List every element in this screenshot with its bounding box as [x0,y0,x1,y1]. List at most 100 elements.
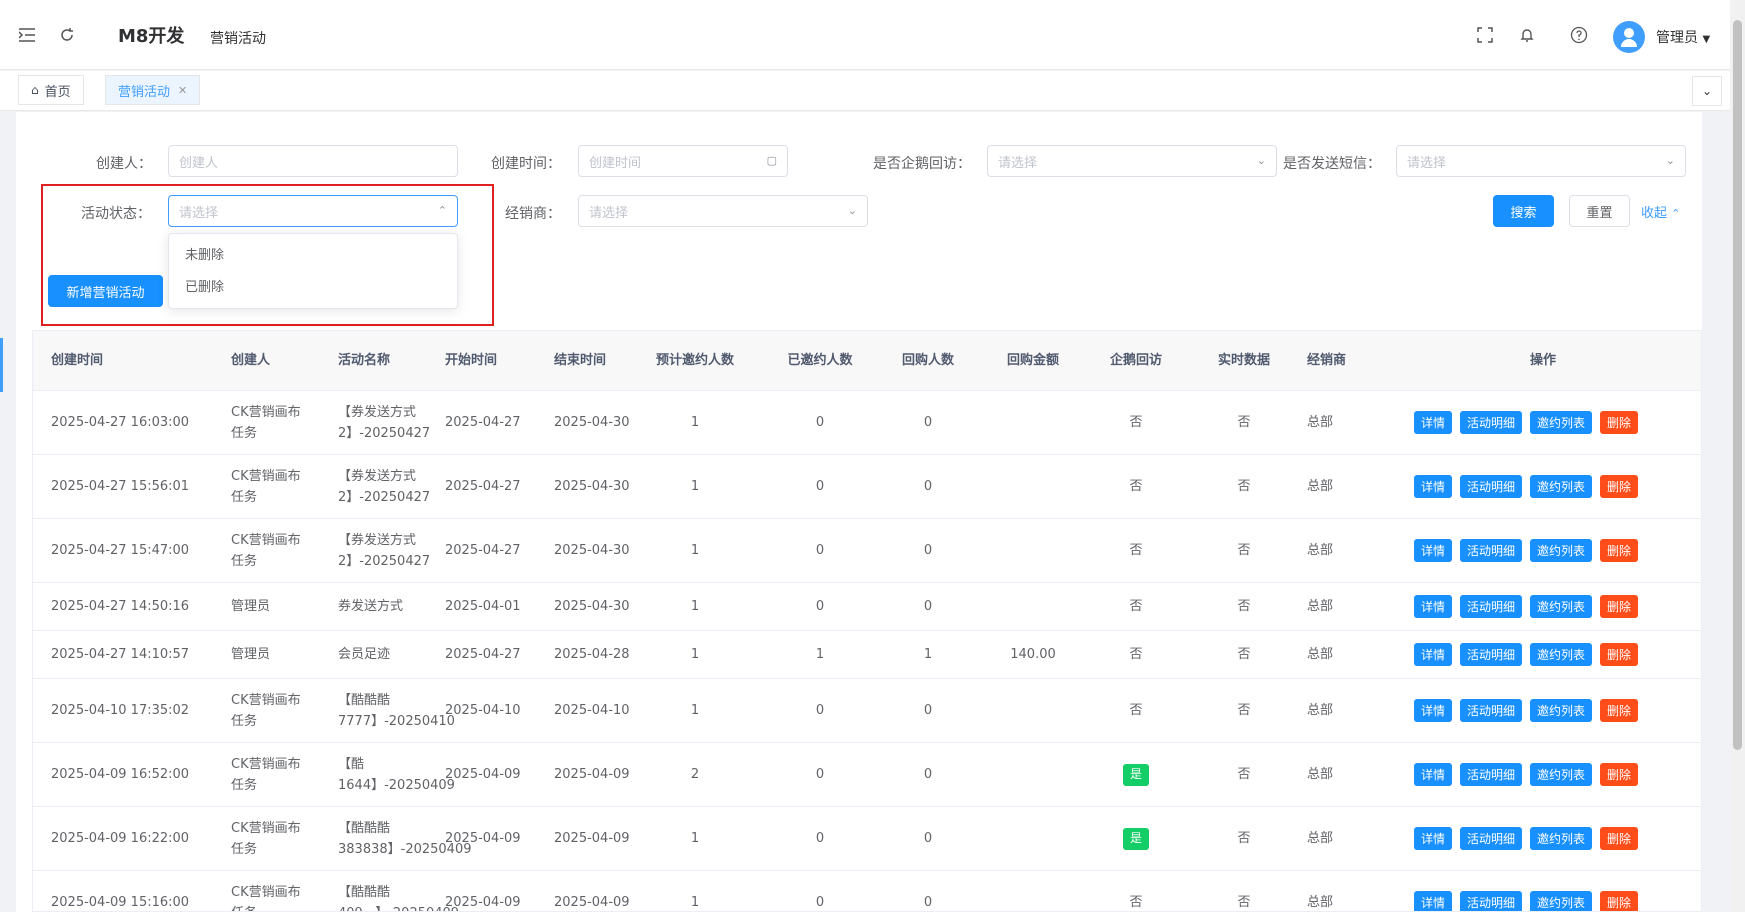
cell-created: 2025-04-09 16:52:00 [51,767,190,782]
refresh-icon[interactable] [56,24,78,46]
close-icon[interactable]: ✕ [178,84,187,97]
cell-end: 2025-04-10 [554,703,630,718]
activity-detail-button[interactable]: 活动明细 [1460,891,1523,911]
detail-button[interactable]: 详情 [1414,827,1453,850]
activity-detail-button[interactable]: 活动明细 [1460,411,1523,434]
cell-start: 2025-04-10 [445,703,521,718]
create-time-picker[interactable]: 创建时间 ▢ [578,145,788,177]
delete-button[interactable]: 删除 [1600,411,1639,434]
activity-detail-button[interactable]: 活动明细 [1460,827,1523,850]
invite-list-button[interactable]: 邀约列表 [1530,411,1593,434]
qq-visit-placeholder: 请选择 [998,155,1038,171]
detail-button[interactable]: 详情 [1414,763,1453,786]
invite-list-button[interactable]: 邀约列表 [1530,763,1593,786]
dealer-label: 经销商： [505,206,561,222]
page-scrollbar[interactable] [1730,0,1745,912]
cell-buyback: 0 [923,599,933,614]
detail-button[interactable]: 详情 [1414,411,1453,434]
delete-button[interactable]: 删除 [1600,763,1639,786]
cell-buyback: 0 [923,895,933,910]
activity-detail-button[interactable]: 活动明细 [1460,763,1523,786]
activity-detail-button[interactable]: 活动明细 [1460,475,1523,498]
help-icon[interactable] [1568,24,1590,46]
invite-list-button[interactable]: 邀约列表 [1530,475,1593,498]
table-row: 2025-04-09 15:16:00 CK营销画布任务 【酷酷酷409...】-2… [33,871,1701,912]
th-actions: 操作 [1529,353,1556,368]
delete-button[interactable]: 删除 [1600,595,1639,618]
dealer-select[interactable]: 请选择 ⌄ [578,195,868,227]
th-dealer: 经销商 [1307,353,1347,368]
delete-button[interactable]: 删除 [1600,827,1639,850]
qq-value: 否 [1129,703,1143,718]
activity-detail-button[interactable]: 活动明细 [1460,539,1523,562]
cell-expected: 1 [690,703,700,718]
delete-button[interactable]: 删除 [1600,891,1639,911]
create-time-placeholder: 创建时间 [589,155,642,171]
chevron-down-icon: ⌄ [1665,154,1675,167]
breadcrumb[interactable]: 营销活动 [210,28,266,48]
reset-button[interactable]: 重置 [1569,195,1630,227]
fullscreen-icon[interactable] [1474,24,1496,46]
tab-home[interactable]: ⌂ 首页 [18,75,84,105]
invite-list-button[interactable]: 邀约列表 [1530,827,1593,850]
activity-detail-button[interactable]: 活动明细 [1460,595,1523,618]
highlight-box [41,184,494,326]
delete-button[interactable]: 删除 [1600,539,1639,562]
table-row: 2025-04-27 14:10:57 管理员 会员足迹 2025-04-27 2025… [33,631,1701,679]
qq-yes-badge: 是 [1122,827,1149,850]
cell-buyback: 0 [923,767,933,782]
cell-end: 2025-04-30 [554,543,630,558]
cell-name: 会员足迹 [338,647,391,662]
detail-button[interactable]: 详情 [1414,475,1453,498]
scrollbar-thumb[interactable] [1733,20,1742,750]
sms-label: 是否发送短信： [1283,156,1381,172]
cell-amount [983,743,1083,806]
cell-end: 2025-04-09 [554,831,630,846]
delete-button[interactable]: 删除 [1600,475,1639,498]
detail-button[interactable]: 详情 [1414,643,1453,666]
cell-qq: 是 [1086,743,1186,806]
user-menu[interactable]: 管理员 ▼ [1656,27,1710,47]
table-row: 2025-04-27 16:03:00 CK营销画布任务 【券发送方式2】-2025… [33,391,1701,455]
detail-button[interactable]: 详情 [1414,699,1453,722]
detail-button[interactable]: 详情 [1414,539,1453,562]
qq-visit-label: 是否企鹅回访： [873,156,971,172]
cell-created: 2025-04-27 15:47:00 [51,543,190,558]
invite-list-button[interactable]: 邀约列表 [1530,643,1593,666]
tab-marketing[interactable]: 营销活动 ✕ [105,75,201,105]
invite-list-button[interactable]: 邀约列表 [1530,699,1593,722]
search-button[interactable]: 搜索 [1493,195,1554,227]
invite-list-button[interactable]: 邀约列表 [1530,891,1593,911]
collapse-link[interactable]: 收起 ⌃ [1641,202,1680,221]
bell-icon[interactable] [1516,24,1538,46]
detail-button[interactable]: 详情 [1414,595,1453,618]
cell-invited: 0 [815,895,825,910]
tags-more-button[interactable]: ⌄ [1692,76,1722,106]
cell-amount [983,455,1083,518]
cell-name: 【酷酷酷409...】-20250409 [338,884,459,912]
qq-yes-badge: 是 [1122,763,1149,786]
activity-detail-button[interactable]: 活动明细 [1460,699,1523,722]
cell-creator: CK营销画布任务 [231,532,301,569]
menu-fold-icon[interactable] [16,24,38,46]
cell-name: 【券发送方式2】-20250427 [338,532,431,569]
invite-list-button[interactable]: 邀约列表 [1530,595,1593,618]
cell-realtime: 否 [1237,479,1251,494]
row-actions: 详情 活动明细 邀约列表 删除 [1414,583,1639,630]
cell-expected: 1 [690,895,700,910]
detail-button[interactable]: 详情 [1414,891,1453,911]
cell-realtime: 否 [1237,543,1251,558]
delete-button[interactable]: 删除 [1600,699,1639,722]
creator-input[interactable]: 创建人 [168,145,458,177]
cell-invited: 0 [815,599,825,614]
cell-created: 2025-04-27 16:03:00 [51,415,190,430]
delete-button[interactable]: 删除 [1600,643,1639,666]
qq-visit-select[interactable]: 请选择 ⌄ [987,145,1277,177]
sms-select[interactable]: 请选择 ⌄ [1396,145,1686,177]
invite-list-button[interactable]: 邀约列表 [1530,539,1593,562]
cell-start: 2025-04-09 [445,895,521,910]
cell-name: 券发送方式 [338,599,404,614]
create-time-label: 创建时间： [491,156,561,172]
avatar[interactable] [1613,21,1645,53]
activity-detail-button[interactable]: 活动明细 [1460,643,1523,666]
